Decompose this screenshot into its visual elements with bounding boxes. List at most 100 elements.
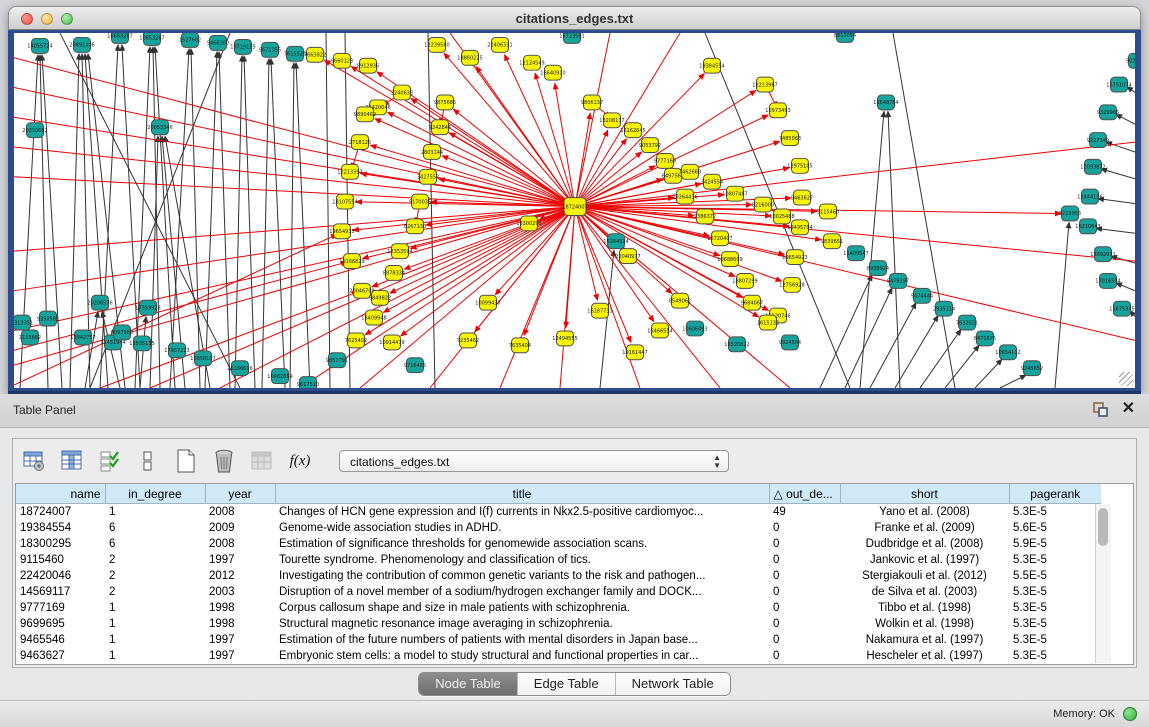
table-cell: de Silva et al. (2003)	[840, 584, 1009, 600]
network-window-titlebar[interactable]: citations_edges.txt	[8, 6, 1141, 30]
graph-node-label: 8878334	[383, 271, 405, 277]
graph-node-label: 12444156	[1077, 194, 1102, 200]
graph-node-label: 10958107	[190, 356, 215, 362]
graph-node-label: 16210643	[1075, 224, 1100, 230]
table-cell: 0	[769, 536, 840, 552]
table-cell: 6	[105, 520, 205, 536]
graph-node-label: 16409948	[361, 315, 386, 321]
table-row[interactable]: 1456911722003Disruption of a novel membe…	[16, 584, 1101, 600]
table-tabs-bar: Node Table Edge Table Network Table	[0, 672, 1149, 696]
table-row[interactable]: 946362711997Embryonic stem cells: a mode…	[16, 648, 1101, 664]
float-panel-icon[interactable]	[1093, 402, 1108, 417]
table-row[interactable]: 1872400712008Changes of HCN gene express…	[16, 504, 1101, 521]
graph-node-label: 8938924	[867, 266, 889, 272]
graph-node-label: 2935114	[933, 306, 955, 312]
table-cell: Hescheler et al. (1997)	[840, 648, 1009, 664]
graph-node-label: 20053346	[147, 125, 172, 131]
graph-node-label: 15692971	[1090, 252, 1115, 258]
column-header-pagerank[interactable]: pagerank	[1009, 484, 1101, 504]
graph-node-label: 12975105	[787, 164, 812, 170]
import-table-disabled-icon	[249, 447, 275, 475]
graph-node-label: 16162645	[620, 128, 645, 134]
delete-table-button[interactable]	[211, 447, 237, 475]
new-table-button[interactable]	[173, 447, 199, 475]
graph-node-label: 12213393	[337, 170, 362, 176]
graph-node-label: 16720407	[707, 236, 732, 242]
table-settings-button[interactable]	[21, 447, 47, 475]
column-header-year[interactable]: year	[205, 484, 275, 504]
function-builder-button[interactable]: f(x)	[287, 447, 313, 475]
table-row[interactable]: 2242004622012Investigating the contribut…	[16, 568, 1101, 584]
table-cell: 5.3E-5	[1009, 632, 1101, 648]
show-column-button[interactable]	[59, 447, 85, 475]
window-resize-grip[interactable]	[1119, 372, 1133, 386]
table-row[interactable]: 969969511998Structural magnetic resonanc…	[16, 616, 1101, 632]
table-row[interactable]: 977716911998Corpus callosum shape and si…	[16, 600, 1101, 616]
column-header-short[interactable]: short	[840, 484, 1009, 504]
tab-edge-table[interactable]: Edge Table	[517, 673, 615, 695]
table-cell: 2	[105, 584, 205, 600]
graph-edge	[945, 345, 979, 388]
table-cell: 0	[769, 600, 840, 616]
table-cell: Structural magnetic resonance image aver…	[275, 616, 769, 632]
graph-node-label: 9890462	[354, 112, 376, 118]
graph-node-label: 25166616	[227, 366, 252, 372]
tab-network-table[interactable]: Network Table	[615, 673, 730, 695]
graph-node-label: 10807487	[722, 191, 747, 197]
citation-edge	[454, 109, 575, 206]
graph-node-label: 7462660	[679, 170, 701, 176]
table-scrollbar[interactable]	[1095, 504, 1111, 663]
table-row[interactable]: 946554611997Estimation of the future num…	[16, 632, 1101, 648]
column-header-title[interactable]: title	[275, 484, 769, 504]
table-cell: 18724007	[16, 504, 105, 521]
table-row[interactable]: 911546021997Tourette syndrome. Phenomeno…	[16, 552, 1101, 568]
graph-node-label: 12494555	[552, 336, 577, 342]
network-graph-canvas[interactable]: 1405572420891406166532871065328715276029…	[14, 33, 1135, 388]
memory-status-indicator[interactable]	[1123, 707, 1137, 721]
table-cell: Nakamura et al. (1997)	[840, 632, 1009, 648]
graph-edge	[1098, 199, 1135, 204]
table-cell: 22420046	[16, 568, 105, 584]
citation-edge	[14, 207, 575, 252]
table-scrollbar-thumb[interactable]	[1098, 508, 1108, 546]
table-cell: 0	[769, 584, 840, 600]
table-row[interactable]: 1830029562008Estimation of significance …	[16, 536, 1101, 552]
column-header-in-degree[interactable]: in_degree	[105, 484, 205, 504]
graph-node-label: 1615132	[757, 320, 779, 326]
graph-node-label: 16520822	[724, 342, 749, 348]
graph-node-label: 10653287	[139, 36, 164, 42]
column-header-name[interactable]: name	[16, 484, 105, 504]
graph-node-label: 10719155	[230, 45, 255, 51]
table-cell: 5.3E-5	[1009, 552, 1101, 568]
table-cell: 49	[769, 504, 840, 521]
graph-node-label: 18724007	[562, 204, 587, 210]
graph-edge	[893, 33, 955, 388]
merge-rows-button[interactable]	[135, 447, 161, 475]
table-cell: 5.3E-5	[1009, 584, 1101, 600]
graph-node-label: 19495794	[787, 225, 812, 231]
table-cell: 6	[105, 536, 205, 552]
citation-edge	[14, 58, 575, 207]
table-cell: 2	[105, 568, 205, 584]
table-cell: Stergiakouli et al. (2012)	[840, 568, 1009, 584]
table-cell: 2012	[205, 568, 275, 584]
graph-edge	[428, 33, 435, 388]
select-all-button[interactable]	[97, 447, 123, 475]
graph-node-label: 19654923	[782, 255, 807, 261]
graph-node-label: 15723581	[559, 34, 584, 40]
table-row[interactable]: 1938455462009Genome-wide association stu…	[16, 520, 1101, 536]
graph-node-label: 7663822	[304, 53, 326, 59]
graph-node-label: 9025411	[1126, 59, 1135, 65]
column-header-out-de-[interactable]: △ out_de...	[769, 484, 840, 504]
table-cell: Investigating the contribution of common…	[275, 568, 769, 584]
tab-node-table[interactable]: Node Table	[419, 673, 517, 695]
network-table-select[interactable]: citations_edges.txt ▲▼	[339, 450, 729, 472]
table-cell: Estimation of the future numbers of pati…	[275, 632, 769, 648]
graph-node-label: 19654935	[329, 229, 354, 235]
graph-edge	[85, 312, 98, 388]
graph-node-label: 8216000	[752, 202, 774, 208]
table-cell: 2009	[205, 520, 275, 536]
graph-node-label: 9245652	[1021, 366, 1043, 372]
graph-node-label: 7615526	[284, 52, 306, 58]
close-panel-icon[interactable]: ✕	[1122, 401, 1135, 417]
